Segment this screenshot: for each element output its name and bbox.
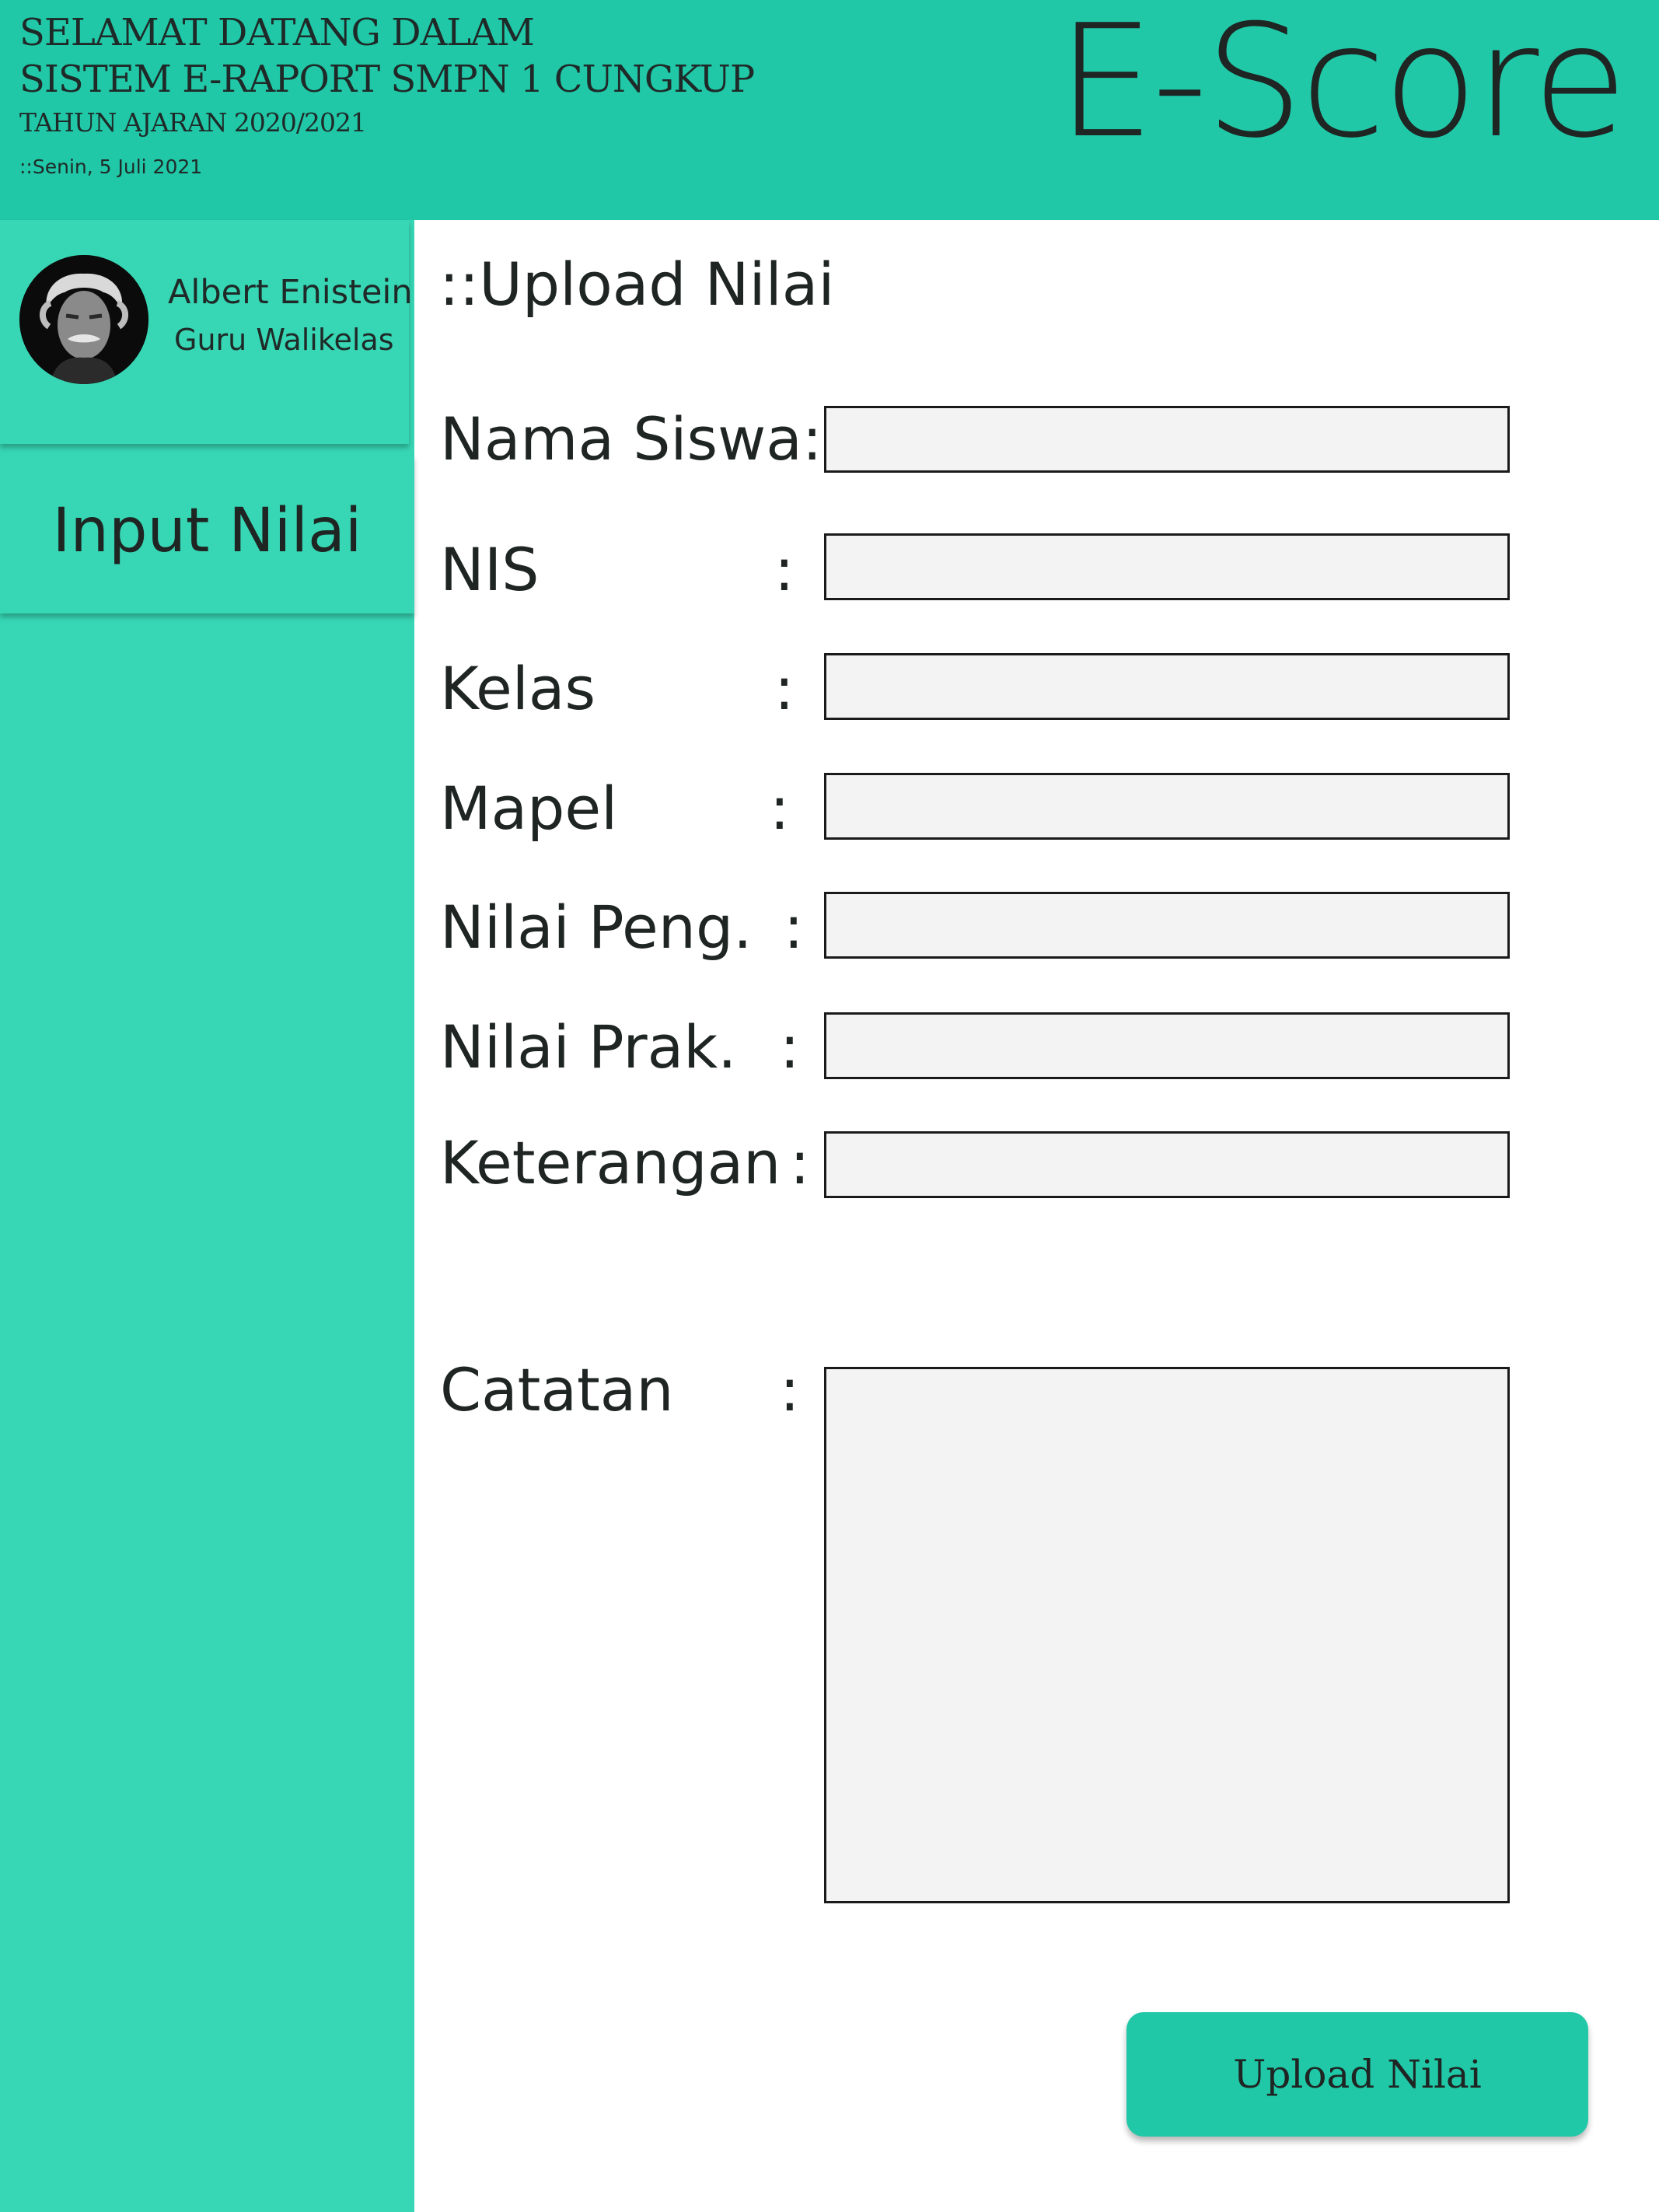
welcome-line-1: SELAMAT DATANG DALAM [19,11,535,54]
nilai-peng-colon: : [784,893,804,962]
nilai-peng-label: Nilai Peng. [440,893,753,962]
sidebar-item-input-nilai[interactable]: Input Nilai [0,456,414,613]
upload-nilai-button[interactable]: Upload Nilai [1126,2012,1588,2137]
kelas-label: Kelas [440,654,596,723]
academic-year: TAHUN AJARAN 2020/2021 [19,107,367,138]
catatan-field[interactable] [824,1367,1510,1903]
kelas-colon: : [774,654,795,723]
nis-colon: : [774,535,795,604]
sidebar-item-label: Input Nilai [52,496,362,566]
brand-logo: E-Score [1057,0,1628,173]
nilai-prak-label: Nilai Prak. [440,1012,737,1082]
keterangan-colon: : [790,1128,810,1197]
nilai-peng-field[interactable] [824,892,1510,959]
keterangan-field[interactable] [824,1131,1510,1198]
catatan-colon: : [780,1355,800,1424]
mapel-colon: : [770,774,790,843]
mapel-field[interactable] [824,773,1510,840]
nama-siswa-field[interactable] [824,406,1510,473]
person-portrait-icon [19,255,148,384]
nis-label: NIS [440,535,540,604]
nilai-prak-field[interactable] [824,1012,1510,1079]
profile-name: Albert Enistein [168,273,413,312]
profile-role: Guru Walikelas [174,323,394,357]
catatan-label: Catatan [440,1355,674,1424]
kelas-field[interactable] [824,653,1510,720]
sidebar: Albert Enistein Guru Walikelas Input Nil… [0,220,414,2212]
page-title: ::Upload Nilai [439,250,835,319]
keterangan-label: Keterangan [440,1128,781,1197]
mapel-label: Mapel [440,774,618,843]
profile-card: Albert Enistein Guru Walikelas [0,220,413,444]
main-content: ::Upload Nilai Nama Siswa: NIS : Kelas :… [414,220,1659,2212]
nilai-prak-colon: : [780,1012,800,1082]
welcome-line-2: SISTEM E-RAPORT SMPN 1 CUNGKUP [19,58,755,101]
current-date: ::Senin, 5 Juli 2021 [19,156,203,178]
nama-siswa-label: Nama Siswa: [440,404,823,474]
avatar [19,255,148,384]
app-header: SELAMAT DATANG DALAM SISTEM E-RAPORT SMP… [0,0,1659,220]
nis-field[interactable] [824,533,1510,600]
